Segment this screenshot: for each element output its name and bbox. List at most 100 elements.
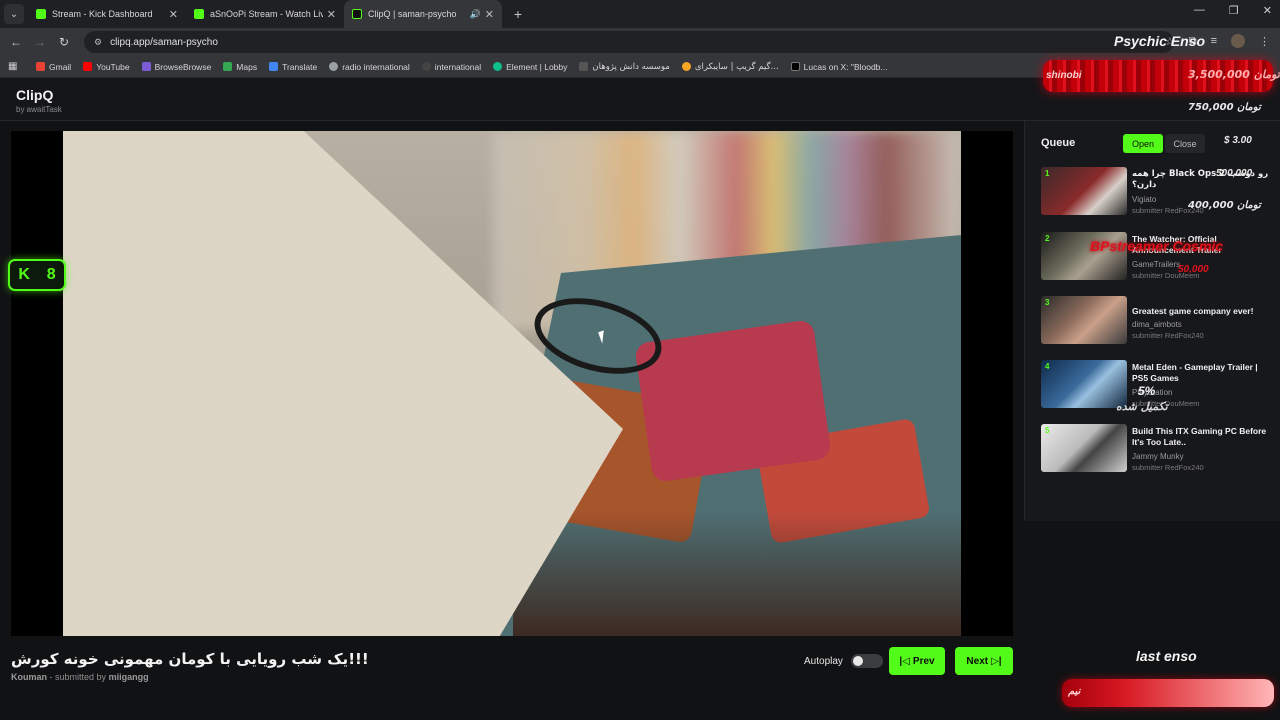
bookmark-translate[interactable]: Translate (269, 62, 317, 72)
browser-tabstrip: ⌄ Stream - Kick Dashboard ✕ aSnOoPi Stre… (0, 0, 1280, 28)
autoplay-control: Autoplay (804, 654, 883, 668)
bookmark-maps[interactable]: Maps (223, 62, 257, 72)
bookmark-label: گیم گریپ | سایبکرای... (694, 61, 779, 72)
speaker-icon[interactable]: 🔊 (470, 9, 481, 20)
submitted-by-label: - submitted by (49, 672, 107, 682)
kick-viewer-badge: K 8 (8, 259, 66, 291)
queue-title: Queue (1041, 137, 1076, 149)
bookmark-label: Maps (236, 61, 258, 72)
queue-item-channel: dima_aimbots (1132, 320, 1182, 329)
overlay-percent-label: تکمیل شده (1116, 400, 1168, 413)
kick-badge-count: 8 (46, 266, 56, 283)
queue-item-submitter: submitter RedFox240 (1132, 331, 1204, 340)
browser-tab-2[interactable]: aSnOoPi Stream - Watch Live o ✕ (186, 0, 344, 28)
browser-tab-3[interactable]: ClipQ | saman-psycho 🔊 ✕ (344, 0, 502, 28)
bookmark-browsebrowse[interactable]: BrowseBrowse (141, 62, 211, 72)
restore-icon[interactable]: ❐ (1229, 4, 1239, 17)
prev-label: Prev (912, 655, 935, 667)
app-byline: by awaitTask (16, 105, 62, 114)
reload-icon[interactable]: ↻ (52, 35, 76, 49)
queue-number: 3 (1045, 298, 1050, 307)
video-meta: Kouman - submitted by miigangg (11, 672, 149, 682)
profile-avatar[interactable] (1231, 34, 1245, 48)
queue-thumbnail (1041, 360, 1127, 408)
overlay-dollar: $ 3.00 (1224, 135, 1252, 146)
bookmark-radio-international[interactable]: radio international (329, 62, 410, 72)
forward-icon[interactable]: → (28, 35, 52, 49)
apps-grid-icon[interactable]: ▦ (8, 61, 22, 72)
site-icon (421, 62, 431, 71)
bookmark-international[interactable]: international (421, 62, 481, 72)
site-info-icon[interactable]: ⚙ (94, 37, 102, 48)
browser-tab-1[interactable]: Stream - Kick Dashboard ✕ (28, 0, 186, 28)
queue-close-button[interactable]: Close (1165, 134, 1205, 153)
app-logo[interactable]: ClipQ (16, 87, 53, 103)
browser-toolbar: ← → ↻ ⚙ clipq.app/saman-psycho (0, 28, 1280, 56)
reading-list-icon[interactable]: ≡ (1211, 35, 1217, 47)
bookmark-label: موسسه دانش پژوهان (592, 61, 670, 72)
video-player[interactable] (11, 131, 1013, 636)
tab-search-button[interactable]: ⌄ (4, 4, 24, 24)
bookmark-youtube[interactable]: YouTube (83, 62, 130, 72)
next-button[interactable]: Next ▷| (955, 647, 1013, 675)
minimize-icon[interactable]: — (1194, 4, 1205, 17)
autoplay-toggle[interactable] (850, 654, 883, 668)
overlay-amount: 400,000 تومان (1188, 200, 1261, 211)
bookmark-x-lucas[interactable]: Lucas on X: "Bloodb... (790, 61, 888, 72)
queue-item[interactable]: 3 Greatest game company ever! dima_aimbo… (1041, 296, 1275, 346)
skip-back-icon: |◁ (899, 655, 910, 667)
bookmark-gamegrip[interactable]: گیم گریپ | سایبکرای... (681, 61, 779, 72)
video-channel: Kouman (11, 672, 47, 682)
menu-icon[interactable]: ⋮ (1259, 35, 1270, 48)
queue-item-title: Metal Eden - Gameplay Trailer | PS5 Game… (1132, 362, 1258, 384)
close-window-icon[interactable]: ✕ (1263, 4, 1272, 17)
close-tab-icon[interactable]: ✕ (169, 8, 178, 21)
kick-logo-icon: K (18, 266, 30, 283)
element-icon (493, 62, 503, 71)
bookmark-element[interactable]: Element | Lobby (493, 62, 567, 72)
tab-title: ClipQ | saman-psycho (368, 9, 457, 19)
kick-favicon-icon (36, 9, 46, 19)
translate-icon (269, 62, 279, 71)
queue-item-title: Build This ITX Gaming PC Before It's Too… (1132, 426, 1267, 448)
new-tab-button[interactable]: + (508, 6, 528, 22)
close-tab-icon[interactable]: ✕ (327, 8, 336, 21)
overlay-percent: 5% (1138, 384, 1156, 398)
back-icon[interactable]: ← (4, 35, 28, 49)
queue-item[interactable]: 5 Build This ITX Gaming PC Before It's T… (1041, 424, 1275, 474)
bookmark-label: Lucas on X: "Bloodb... (803, 61, 888, 72)
queue-thumbnail (1041, 167, 1127, 215)
address-bar[interactable]: ⚙ clipq.app/saman-psycho (84, 31, 1174, 53)
gamegrip-icon (681, 62, 691, 71)
tab-title: aSnOoPi Stream - Watch Live o (210, 9, 323, 19)
queue-item-channel: Vigiato (1132, 195, 1157, 204)
overlay-heading: Psychic Enso (1114, 33, 1206, 49)
queue-item-title: Greatest game company ever! (1132, 306, 1254, 316)
overlay-donor: shinobi (1046, 70, 1082, 81)
bookmark-danesh[interactable]: موسسه دانش پژوهان (579, 61, 670, 72)
last-donation-banner (1062, 679, 1274, 707)
tab-title: Stream - Kick Dashboard (52, 9, 153, 19)
skip-forward-icon: ▷| (991, 655, 1002, 667)
video-illustration (634, 319, 832, 483)
queue-number: 2 (1045, 234, 1050, 243)
video-title: یک شب رویایی با کومان مهمونی خونه کورش!!… (11, 650, 369, 668)
x-icon (790, 62, 800, 71)
video-illustration (513, 511, 961, 636)
bookmark-gmail[interactable]: Gmail (36, 62, 71, 72)
overlay-last-donor: نیم (1068, 686, 1081, 697)
overlay-amount: 750,000 تومان (1188, 102, 1261, 113)
autoplay-label: Autoplay (804, 655, 843, 667)
overlay-amount: 50,000 (1178, 264, 1209, 275)
queue-open-button[interactable]: Open (1123, 134, 1163, 153)
overlay-amount: 3,500,000 تومان (1188, 68, 1280, 81)
video-frame[interactable] (63, 131, 961, 636)
overlay-last-label: last enso (1136, 648, 1197, 664)
site-icon (579, 62, 589, 71)
queue-panel: Queue Open Close 1 چرا همه Black Ops 2 ر… (1024, 121, 1280, 521)
maps-icon (223, 62, 233, 71)
close-tab-icon[interactable]: ✕ (485, 8, 494, 21)
queue-item-submitter: submitter RedFox240 (1132, 463, 1204, 472)
prev-button[interactable]: |◁ Prev (889, 647, 945, 675)
kick-favicon-icon (194, 9, 204, 19)
